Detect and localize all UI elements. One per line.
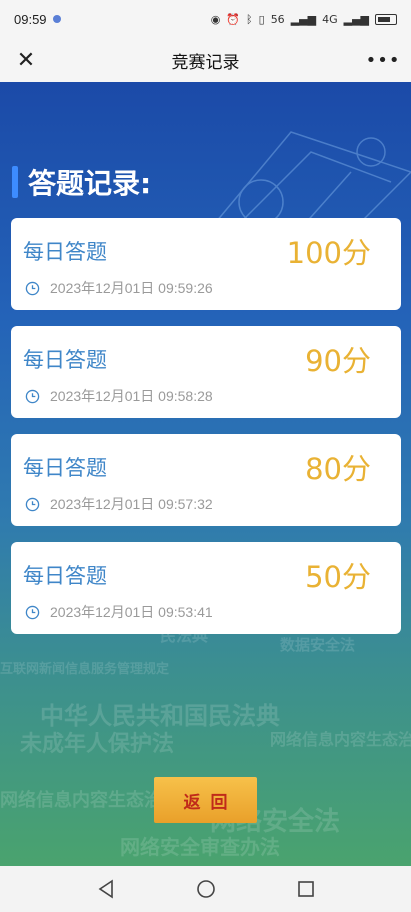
vibrate-icon: ▯ <box>258 12 265 26</box>
clock-icon <box>25 389 40 403</box>
record-name: 每日答题 <box>23 456 107 480</box>
record-card[interactable]: 每日答题 80分 2023年12月01日 09:57:32 <box>11 434 401 526</box>
alarm-icon: ⏰ <box>226 12 241 26</box>
record-score: 100分 <box>286 236 371 270</box>
section-title-text: 答题记录: <box>28 167 152 200</box>
record-time: 2023年12月01日 09:57:32 <box>50 496 213 512</box>
record-time: 2023年12月01日 09:59:26 <box>50 280 213 296</box>
status-time: 09:59 <box>14 11 47 27</box>
home-circle-icon[interactable] <box>191 874 221 904</box>
page-title: 竞赛记录 <box>171 52 240 73</box>
record-score: 90分 <box>305 344 371 378</box>
network-type-label: 4G <box>322 12 338 26</box>
record-time: 2023年12月01日 09:53:41 <box>50 604 213 620</box>
clock-icon <box>25 605 40 619</box>
record-time-row: 2023年12月01日 09:59:26 <box>25 278 213 298</box>
section-title: 答题记录: <box>12 162 151 202</box>
battery-icon <box>375 13 397 25</box>
record-time-row: 2023年12月01日 09:57:32 <box>25 494 213 514</box>
eye-icon: ◉ <box>210 12 221 26</box>
clock-icon <box>25 497 40 511</box>
back-button[interactable]: 返回 <box>154 777 257 823</box>
record-card[interactable]: 每日答题 90分 2023年12月01日 09:58:28 <box>11 326 401 418</box>
background-text: 网络安全审查办法 <box>120 835 280 859</box>
status-icons: ◉ ⏰ ᛒ ▯ 56 ▂▄▆ 4G ▂▄▆ <box>211 13 397 26</box>
record-time-row: 2023年12月01日 09:58:28 <box>25 386 213 406</box>
signal-icon: ▂▄▆ <box>290 12 317 26</box>
record-time-row: 2023年12月01日 09:53:41 <box>25 602 213 622</box>
record-name: 每日答题 <box>23 240 107 264</box>
bluetooth-icon: ᛒ <box>246 12 253 26</box>
recents-square-icon[interactable] <box>291 874 321 904</box>
record-card[interactable]: 每日答题 100分 2023年12月01日 09:59:26 <box>11 218 401 310</box>
record-score: 80分 <box>305 452 371 486</box>
notification-dot-icon <box>52 15 61 23</box>
background-text: 数据安全法 <box>280 636 356 654</box>
title-accent-bar <box>12 166 18 198</box>
system-nav-bar <box>0 866 411 912</box>
close-icon[interactable]: ✕ <box>12 46 40 74</box>
record-score: 50分 <box>305 560 371 594</box>
background-text: 未成年人保护法 <box>20 732 175 757</box>
background-text: 互联网新闻信息服务管理规定 <box>0 662 170 677</box>
more-icon[interactable]: ••• <box>366 46 400 74</box>
clock-icon <box>25 281 40 295</box>
signal-icon: ▂▄▆ <box>343 12 369 26</box>
network-label: 56 <box>270 12 285 26</box>
record-card[interactable]: 每日答题 50分 2023年12月01日 09:53:41 <box>11 542 401 634</box>
nav-bar: ✕ 竞赛记录 ••• <box>0 38 411 82</box>
main-content: 网络安全审查办法 网络安全法 民法典 数据安全法 互联网新闻信息服务管理规定 中… <box>0 82 411 866</box>
status-bar: 09:59 ◉ ⏰ ᛒ ▯ 56 ▂▄▆ 4G ▂▄▆ <box>0 0 411 38</box>
back-triangle-icon[interactable] <box>91 874 121 904</box>
background-text: 网络信息内容生态治理规定 <box>270 730 411 749</box>
record-time: 2023年12月01日 09:58:28 <box>50 388 213 404</box>
record-name: 每日答题 <box>23 348 107 372</box>
record-name: 每日答题 <box>23 564 107 588</box>
